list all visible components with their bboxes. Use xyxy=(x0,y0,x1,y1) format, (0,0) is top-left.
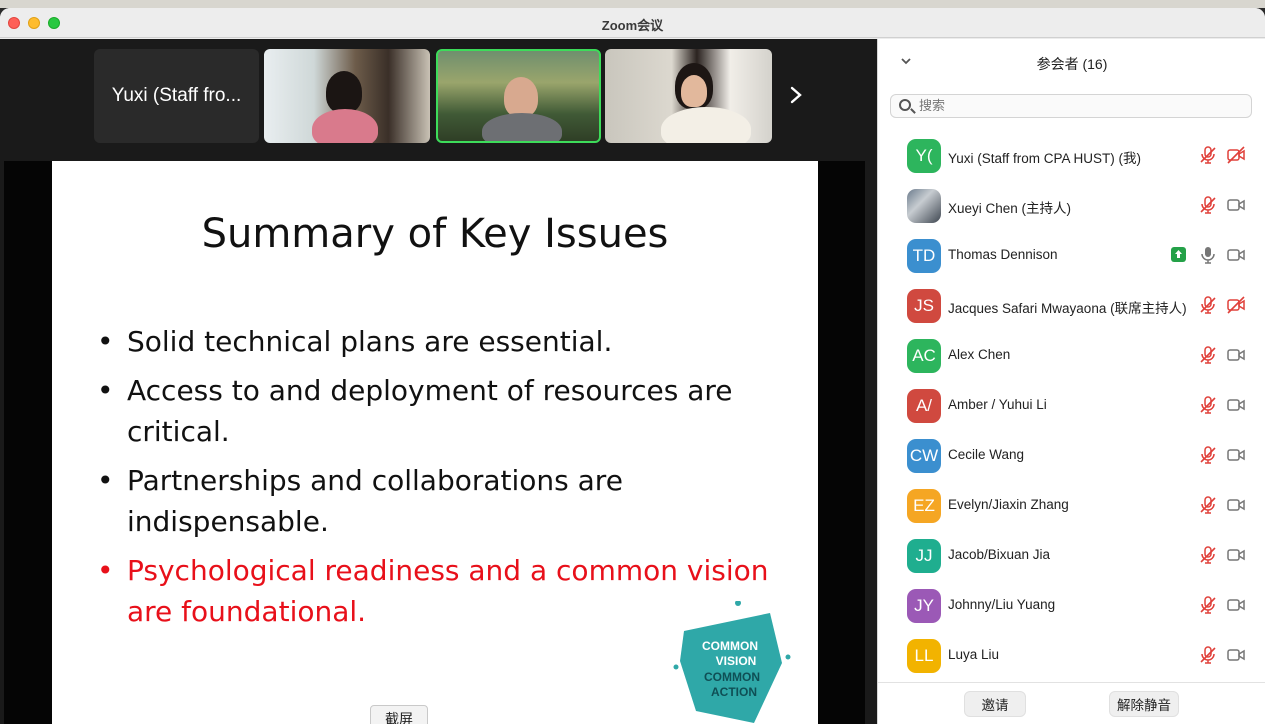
camera-icon[interactable] xyxy=(1226,545,1246,565)
screenshot-button[interactable]: 截屏 xyxy=(370,705,428,724)
camera-icon[interactable] xyxy=(1226,245,1246,265)
avatar: LL xyxy=(907,639,941,673)
shared-screen: Summary of Key Issues Solid technical pl… xyxy=(4,161,865,724)
participant-row[interactable]: LL Luya Liu xyxy=(878,631,1265,681)
meeting-stage: Yuxi (Staff fro... Summary of Key Issues… xyxy=(0,39,877,724)
screen-share-icon xyxy=(1171,247,1186,262)
participant-row[interactable]: CW Cecile Wang xyxy=(878,431,1265,481)
mic-muted-icon[interactable] xyxy=(1198,395,1218,415)
participant-row[interactable]: A/Amber / Yuhui Li xyxy=(878,381,1265,431)
participant-name: Luya Liu xyxy=(948,647,1000,662)
avatar: CW xyxy=(907,439,941,473)
mic-muted-icon[interactable] xyxy=(1198,345,1218,365)
participant-name: Thomas Dennison xyxy=(948,247,1058,262)
avatar: JY xyxy=(907,589,941,623)
participant-name: Evelyn/Jiaxin Zhang xyxy=(948,497,1069,512)
logo-text: COMMON xyxy=(702,639,758,653)
camera-icon[interactable] xyxy=(1226,645,1246,665)
search-input[interactable] xyxy=(919,97,1239,115)
camera-icon[interactable] xyxy=(1226,345,1246,365)
avatar: Y( xyxy=(907,139,941,173)
participants-footer: 邀请 解除静音 xyxy=(878,682,1265,724)
participant-row[interactable]: EZ Evelyn/Jiaxin Zhang xyxy=(878,481,1265,531)
window-title: Zoom会议 xyxy=(601,18,664,33)
video-tile-self[interactable]: Yuxi (Staff fro... xyxy=(94,49,259,143)
participant-body xyxy=(661,107,751,143)
participant-row[interactable]: AC Alex Chen xyxy=(878,331,1265,381)
participant-head xyxy=(326,71,362,113)
participant-name: Alex Chen xyxy=(948,347,1011,362)
participant-name: Jacob/Bixuan Jia xyxy=(948,547,1051,562)
logo-text: ACTION xyxy=(711,685,757,699)
video-tile-active-speaker[interactable] xyxy=(436,49,601,143)
camera-icon[interactable] xyxy=(1226,595,1246,615)
slide-title: Summary of Key Issues xyxy=(201,211,669,257)
chevron-right-icon[interactable] xyxy=(784,83,808,107)
avatar: JS xyxy=(907,289,941,323)
camera-off-icon[interactable] xyxy=(1226,145,1246,165)
search-icon xyxy=(899,99,911,111)
mic-muted-icon[interactable] xyxy=(1198,595,1218,615)
participants-header: 参会者 (16) xyxy=(878,39,1265,85)
common-vision-logo: COMMON VISION COMMON ACTION xyxy=(673,601,791,723)
participant-list: Y( Yuxi (Staff from CPA HUST) (我) Xueyi Ch… xyxy=(878,131,1265,681)
participant-search[interactable] xyxy=(890,94,1252,118)
unmute-button[interactable]: 解除静音 xyxy=(1109,691,1179,717)
logo-text: COMMON xyxy=(704,670,760,684)
camera-icon[interactable] xyxy=(1226,445,1246,465)
participant-row[interactable]: TD Thomas Dennison xyxy=(878,231,1265,281)
avatar: EZ xyxy=(907,489,941,523)
participant-name: Jacques Safari Mwayaona (联席主持人) xyxy=(948,301,1187,316)
avatar: A/ xyxy=(907,389,941,423)
avatar: TD xyxy=(907,239,941,273)
participant-head xyxy=(504,77,538,117)
participant-row[interactable]: Xueyi Chen (主持人) xyxy=(878,181,1265,231)
camera-icon[interactable] xyxy=(1226,195,1246,215)
participant-row[interactable]: JS Jacques Safari Mwayaona (联席主持人) xyxy=(878,281,1265,331)
desktop-background xyxy=(0,0,1265,8)
video-tile-name: Yuxi (Staff fro... xyxy=(111,85,242,106)
video-tile-participant[interactable] xyxy=(264,49,430,143)
logo-text: VISION xyxy=(716,654,757,668)
participant-body xyxy=(312,109,378,143)
participant-name: Amber / Yuhui Li xyxy=(948,397,1047,412)
avatar: JJ xyxy=(907,539,941,573)
video-tile-participant[interactable] xyxy=(605,49,772,143)
participant-row[interactable]: JY Johnny/Liu Yuang xyxy=(878,581,1265,631)
presentation-slide: Summary of Key Issues Solid technical pl… xyxy=(52,161,818,724)
slide-bullet: Access to and deployment of resources ar… xyxy=(97,370,797,452)
title-bar: Zoom会议 xyxy=(0,8,1265,38)
mic-muted-icon[interactable] xyxy=(1198,145,1218,165)
mic-muted-icon[interactable] xyxy=(1198,495,1218,515)
participant-row[interactable]: Y( Yuxi (Staff from CPA HUST) (我) xyxy=(878,131,1265,181)
participants-title: 参会者 (16) xyxy=(1036,56,1108,72)
invite-button[interactable]: 邀请 xyxy=(964,691,1026,717)
mic-muted-icon[interactable] xyxy=(1198,645,1218,665)
avatar xyxy=(907,189,941,223)
mic-muted-icon[interactable] xyxy=(1198,195,1218,215)
participant-name: Johnny/Liu Yuang xyxy=(948,597,1056,612)
participant-row[interactable]: JJ Jacob/Bixuan Jia xyxy=(878,531,1265,581)
camera-off-icon[interactable] xyxy=(1226,295,1246,315)
participant-name: Xueyi Chen (主持人) xyxy=(948,201,1072,216)
slide-bullet: Partnerships and collaborations are indi… xyxy=(97,460,797,542)
slide-bullet: Solid technical plans are essential. xyxy=(97,321,797,362)
avatar: AC xyxy=(907,339,941,373)
mic-icon[interactable] xyxy=(1198,245,1218,265)
mic-muted-icon[interactable] xyxy=(1198,445,1218,465)
video-thumbnail-strip: Yuxi (Staff fro... xyxy=(0,39,877,153)
slide-bullet-list: Solid technical plans are essential. Acc… xyxy=(97,321,797,640)
participant-face xyxy=(681,75,707,107)
camera-icon[interactable] xyxy=(1226,395,1246,415)
mic-muted-icon[interactable] xyxy=(1198,295,1218,315)
participant-body xyxy=(482,113,562,141)
participant-name: Yuxi (Staff from CPA HUST) (我) xyxy=(948,151,1142,166)
participants-panel: 参会者 (16) Y( Yuxi (Staff from CPA HUST) (我… xyxy=(877,39,1265,724)
mic-muted-icon[interactable] xyxy=(1198,545,1218,565)
zoom-window: Zoom会议 Yuxi (Staff fro... Summary of Key… xyxy=(0,8,1265,724)
participant-name: Cecile Wang xyxy=(948,447,1025,462)
camera-icon[interactable] xyxy=(1226,495,1246,515)
